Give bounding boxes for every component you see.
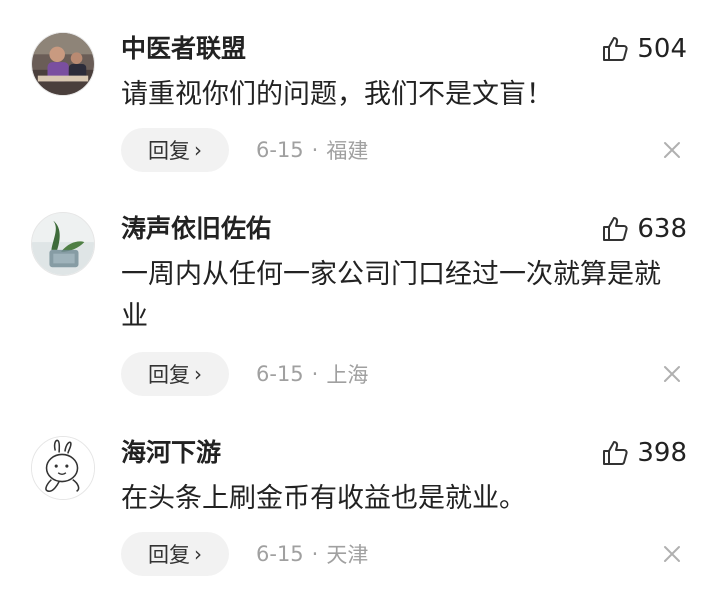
reply-button[interactable]: 回复 › bbox=[121, 128, 229, 172]
thumbs-up-icon bbox=[603, 441, 628, 465]
comment-meta: 6-15 · 上海 bbox=[256, 352, 368, 396]
like-count: 504 bbox=[637, 34, 687, 64]
reply-button[interactable]: 回复 › bbox=[121, 532, 229, 576]
like-count: 398 bbox=[637, 438, 687, 468]
thumbs-up-icon bbox=[603, 37, 628, 61]
avatar[interactable] bbox=[31, 212, 95, 276]
comment-date: 6-15 bbox=[256, 542, 304, 566]
chevron-right-icon: › bbox=[194, 542, 202, 566]
reply-button[interactable]: 回复 › bbox=[121, 352, 229, 396]
comment-text: 请重视你们的问题，我们不是文盲！ bbox=[121, 79, 553, 110]
meta-separator: · bbox=[311, 362, 319, 386]
comment-meta-row: 回复 › 6-15 · 天津 bbox=[0, 532, 716, 576]
username[interactable]: 海河下游 bbox=[121, 436, 221, 470]
chevron-right-icon: › bbox=[194, 362, 202, 386]
avatar[interactable] bbox=[31, 436, 95, 500]
username[interactable]: 中医者联盟 bbox=[121, 32, 246, 66]
comment-date: 6-15 bbox=[256, 138, 304, 162]
chevron-right-icon: › bbox=[194, 138, 202, 162]
close-icon[interactable] bbox=[662, 364, 682, 384]
comment-text: 在头条上刷金币有收益也是就业。 bbox=[121, 483, 526, 514]
reply-label: 回复 bbox=[148, 139, 190, 163]
close-icon[interactable] bbox=[662, 544, 682, 564]
meta-separator: · bbox=[311, 542, 319, 566]
photo-avatar-icon bbox=[32, 33, 94, 95]
comment-meta-row: 回复 › 6-15 · 福建 bbox=[0, 128, 716, 172]
avatar[interactable] bbox=[31, 32, 95, 96]
like-count: 638 bbox=[637, 214, 687, 244]
comment-list: 中医者联盟 504 请重视你们的问题，我们不是文盲！ 回复 › 6-15 · 福… bbox=[0, 0, 716, 596]
comment-date: 6-15 bbox=[256, 362, 304, 386]
reply-label: 回复 bbox=[148, 363, 190, 387]
comment-location: 天津 bbox=[326, 543, 369, 567]
comment-text: 一周内从任何一家公司门口经过一次就算是就业 bbox=[121, 259, 661, 332]
like-button[interactable]: 638 bbox=[601, 212, 687, 246]
close-icon[interactable] bbox=[662, 140, 682, 160]
comment-location: 福建 bbox=[326, 139, 369, 163]
thumbs-up-icon bbox=[603, 217, 628, 241]
meta-separator: · bbox=[311, 138, 319, 162]
comment-location: 上海 bbox=[326, 363, 369, 387]
username[interactable]: 涛声依旧佐佑 bbox=[121, 212, 271, 246]
cartoon-rabbit-avatar-icon bbox=[32, 437, 94, 499]
like-button[interactable]: 504 bbox=[601, 32, 687, 66]
comment-meta-row: 回复 › 6-15 · 上海 bbox=[0, 352, 716, 396]
reply-label: 回复 bbox=[148, 543, 190, 567]
comment-meta: 6-15 · 福建 bbox=[256, 128, 368, 172]
like-button[interactable]: 398 bbox=[601, 436, 687, 470]
plant-avatar-icon bbox=[32, 213, 94, 275]
comment-meta: 6-15 · 天津 bbox=[256, 532, 368, 576]
